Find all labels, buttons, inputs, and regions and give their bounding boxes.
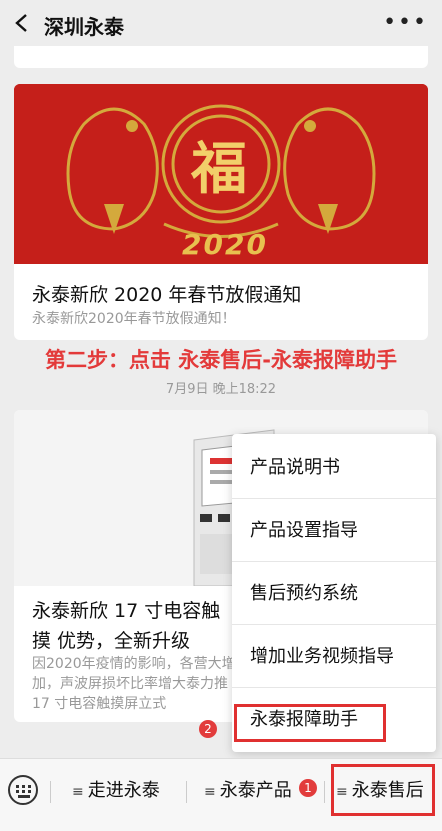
divider [186,781,187,803]
step-badge: 1 [299,779,317,797]
menu-icon: ≡ [72,784,84,800]
page-title: 深圳永泰 [44,15,124,39]
menu-item-service-booking[interactable]: 售后预约系统 [232,562,436,625]
article-subtitle: 永泰新欣2020年春节放假通知！ [32,311,236,327]
article-card[interactable]: 福 2020 永泰新欣 2020 年春节放假通知 永泰新欣2020年春节放假通知… [14,84,428,340]
keyboard-icon[interactable] [8,775,38,805]
tab-label: 永泰产品 [219,780,292,801]
back-icon[interactable] [12,13,32,33]
article-title: 永泰新欣 17 寸电容触摸 优势，全新升级 [32,600,221,652]
article-description: 因2020年疫情的影响，各营大增加，声波屏损坏比率增大泰力推17 寸电容触摸屏立… [32,656,236,712]
message-timestamp: 7月9日 晚上18:22 [165,382,277,397]
highlight-box [331,764,435,816]
menu-item-video-guide[interactable]: 增加业务视频指导 [232,625,436,688]
highlight-box [234,704,386,742]
tab-about[interactable]: ≡ 走进永泰 [72,771,160,811]
menu-item-product-manual[interactable]: 产品说明书 [232,436,436,499]
bottom-menu-bar: ≡ 走进永泰 ≡ 永泰产品 1 ≡ 永泰售后 [0,758,442,831]
menu-item-setup-guide[interactable]: 产品设置指导 [232,499,436,562]
menu-icon: ≡ [204,784,216,800]
article-title: 永泰新欣 2020 年春节放假通知 [32,284,302,306]
more-icon[interactable]: ••• [383,12,428,34]
tab-label: 走进永泰 [87,780,160,801]
divider [324,781,325,803]
tab-products[interactable]: ≡ 永泰产品 [204,771,292,811]
article-banner-image: 福 2020 [14,84,428,264]
divider [50,781,51,803]
header: 深圳永泰 ••• [0,0,442,46]
step-instruction: 第二步：点击 永泰售后-永泰报障助手 [44,348,398,372]
banner-fu-character: 福 [191,136,247,202]
step-badge: 2 [199,720,217,738]
previous-card [14,46,428,68]
banner-year: 2020 [182,228,268,261]
